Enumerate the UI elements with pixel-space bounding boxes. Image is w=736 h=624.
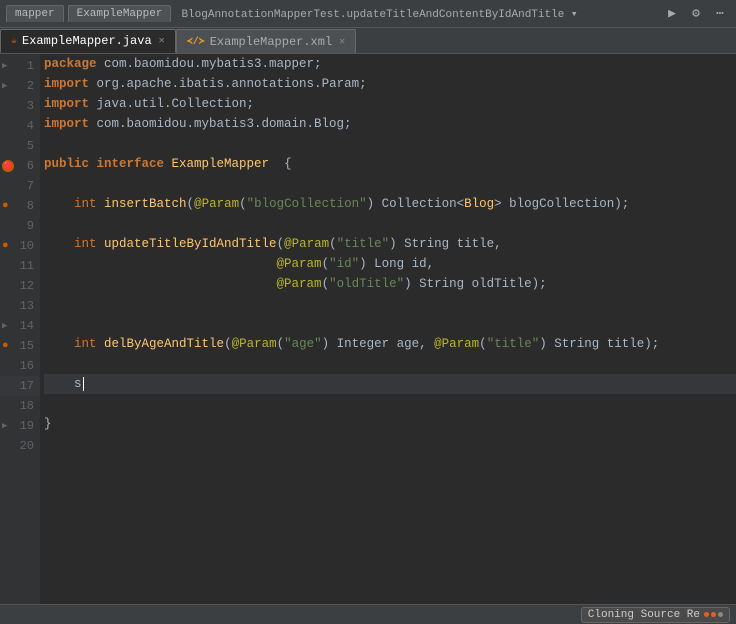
- line-number-gutter: ▶ 1 ▶ 2 3 4 5 🔴 6 7 ● 8 9 ● 10: [0, 54, 40, 604]
- line-14: ▶ 14: [0, 316, 40, 336]
- bean-icon-6: 🔴: [2, 160, 14, 172]
- fold-icon-1[interactable]: ▶: [2, 61, 7, 71]
- code-line-8: int insertBatch(@Param("blogCollection")…: [44, 194, 736, 214]
- cloning-label: Cloning Source Re: [588, 609, 700, 621]
- line-3: 3: [0, 96, 40, 116]
- top-navbar: mapper ExampleMapper BlogAnnotationMappe…: [0, 0, 736, 28]
- tab-mapper-label: mapper: [15, 8, 55, 20]
- code-content[interactable]: package com.baomidou.mybatis3.mapper; im…: [40, 54, 736, 604]
- xml-icon: ≺/≻: [187, 36, 205, 48]
- line-6: 🔴 6: [0, 156, 40, 176]
- file-tab-xml[interactable]: ≺/≻ ExampleMapper.xml ✕: [176, 29, 357, 53]
- tab-examplemapper[interactable]: ExampleMapper: [68, 5, 172, 22]
- code-line-4: import com.baomidou.mybatis3.domain.Blog…: [44, 114, 736, 134]
- code-line-16: [44, 354, 736, 374]
- code-line-9: [44, 214, 736, 234]
- text-cursor: [83, 377, 84, 391]
- code-line-7: [44, 174, 736, 194]
- code-line-1: package com.baomidou.mybatis3.mapper;: [44, 54, 736, 74]
- line-15: ● 15: [0, 336, 40, 356]
- line-8: ● 8: [0, 196, 40, 216]
- line-17: 17: [0, 376, 40, 396]
- line-18: 18: [0, 396, 40, 416]
- code-line-3: import java.util.Collection;: [44, 94, 736, 114]
- toolbar-right: ▶ ⚙ ⋯: [662, 4, 730, 24]
- line-7: 7: [0, 176, 40, 196]
- bean-icon-8: ●: [2, 200, 9, 212]
- more-button[interactable]: ⋯: [710, 4, 730, 24]
- line-5: 5: [0, 136, 40, 156]
- fold-icon-19[interactable]: ▶: [2, 421, 7, 431]
- dot-2: [711, 612, 716, 617]
- code-line-5: [44, 134, 736, 154]
- status-bar: Cloning Source Re: [0, 604, 736, 624]
- code-line-15: int delByAgeAndTitle(@Param("age") Integ…: [44, 334, 736, 354]
- line-10: ● 10: [0, 236, 40, 256]
- line-1: ▶ 1: [0, 56, 40, 76]
- file-tab-java-label: ExampleMapper.java: [22, 34, 152, 48]
- dot-1: [704, 612, 709, 617]
- code-line-6: public interface ExampleMapper {: [44, 154, 736, 174]
- code-editor: ▶ 1 ▶ 2 3 4 5 🔴 6 7 ● 8 9 ● 10: [0, 54, 736, 604]
- line-9: 9: [0, 216, 40, 236]
- code-line-19: }: [44, 414, 736, 434]
- dot-3: [718, 612, 723, 617]
- line-12: 12: [0, 276, 40, 296]
- file-tabs: ☕ ExampleMapper.java ✕ ≺/≻ ExampleMapper…: [0, 28, 736, 54]
- code-line-13: [44, 294, 736, 314]
- tab-mapper[interactable]: mapper: [6, 5, 64, 22]
- code-line-11: @Param("id") Long id,: [44, 254, 736, 274]
- cloning-status: Cloning Source Re: [581, 607, 730, 623]
- line-20: 20: [0, 436, 40, 456]
- run-button[interactable]: ▶: [662, 4, 682, 24]
- breadcrumb: BlogAnnotationMapperTest.updateTitleAndC…: [175, 7, 583, 21]
- line-13: 13: [0, 296, 40, 316]
- file-tab-xml-label: ExampleMapper.xml: [210, 35, 332, 49]
- line-19: ▶ 19: [0, 416, 40, 436]
- code-line-2: import org.apache.ibatis.annotations.Par…: [44, 74, 736, 94]
- fold-icon-2[interactable]: ▶: [2, 81, 7, 91]
- tab-examplemapper-label: ExampleMapper: [77, 8, 163, 20]
- code-line-12: @Param("oldTitle") String oldTitle);: [44, 274, 736, 294]
- bean-icon-15: ●: [2, 340, 9, 352]
- bean-icon-10: ●: [2, 240, 9, 252]
- app-window: mapper ExampleMapper BlogAnnotationMappe…: [0, 0, 736, 624]
- close-xml-icon[interactable]: ✕: [339, 36, 345, 48]
- java-icon: ☕: [11, 35, 17, 47]
- progress-indicator: [704, 612, 723, 617]
- close-java-icon[interactable]: ✕: [159, 35, 165, 47]
- code-line-14: [44, 314, 736, 334]
- line-16: 16: [0, 356, 40, 376]
- code-line-17: s: [44, 374, 736, 394]
- line-11: 11: [0, 256, 40, 276]
- code-line-18: [44, 394, 736, 414]
- line-4: 4: [0, 116, 40, 136]
- file-tab-java[interactable]: ☕ ExampleMapper.java ✕: [0, 29, 176, 53]
- line-2: ▶ 2: [0, 76, 40, 96]
- settings-button[interactable]: ⚙: [686, 4, 706, 24]
- code-line-10: int updateTitleByIdAndTitle(@Param("titl…: [44, 234, 736, 254]
- fold-icon-14[interactable]: ▶: [2, 321, 7, 331]
- code-line-20: [44, 434, 736, 454]
